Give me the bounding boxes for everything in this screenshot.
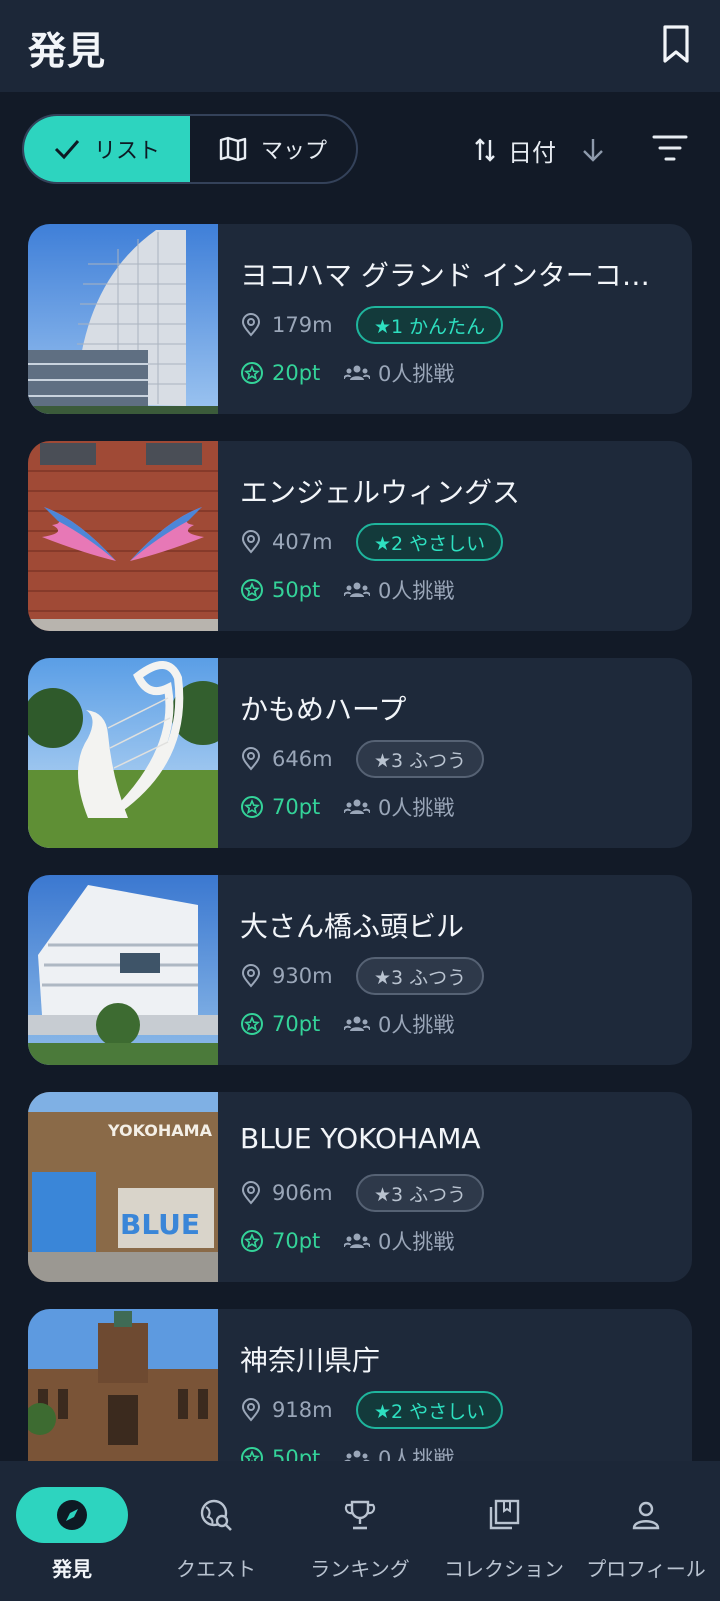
spot-photo (28, 658, 218, 848)
location-pin-icon (241, 747, 261, 771)
view-toggle: リスト マップ (22, 114, 358, 184)
list-view-button[interactable]: リスト (24, 116, 190, 182)
list-view-label: リスト (93, 139, 160, 164)
difficulty-badge: ★3 ふつう (356, 740, 485, 778)
people-icon (344, 365, 370, 380)
map-view-label: マップ (260, 139, 327, 164)
spot-distance: 930m (272, 964, 333, 988)
nav-discover[interactable]: 発見 (16, 1461, 128, 1601)
spot-points: 50pt (272, 578, 321, 602)
top-app-bar: 発見 (0, 0, 720, 92)
person-icon (632, 1501, 660, 1530)
swap-vert-icon (475, 138, 495, 162)
spot-card[interactable]: YOKOHAMA BLUE BLUE YOKOHAMA 906m ★3 ふつう … (28, 1092, 692, 1282)
spot-distance: 646m (272, 747, 333, 771)
spot-distance: 918m (272, 1398, 333, 1422)
trophy-icon (344, 1500, 376, 1530)
bookmark-icon[interactable] (660, 24, 692, 64)
spot-name: 大さん橋ふ頭ビル (240, 910, 465, 943)
map-view-button[interactable]: マップ (190, 116, 356, 182)
spot-name: エンジェルウィングス (240, 476, 521, 509)
spot-name: ヨコハマ グランド インターコンチネンタル ホテル (240, 259, 670, 292)
spot-points: 70pt (272, 1012, 321, 1036)
spot-card[interactable]: 大さん橋ふ頭ビル 930m ★3 ふつう 70pt 0人挑戦 (28, 875, 692, 1065)
spot-challengers: 0人挑戦 (378, 579, 455, 603)
location-pin-icon (241, 1181, 261, 1205)
sort-control[interactable]: 日付 (474, 128, 608, 172)
nav-discover-label: 発見 (52, 1557, 92, 1581)
people-icon (344, 1016, 370, 1031)
location-pin-icon (241, 1398, 261, 1422)
nav-discover-indicator (16, 1487, 128, 1543)
spot-challengers: 0人挑戦 (378, 796, 455, 820)
arrow-down-icon (583, 139, 603, 162)
difficulty-badge: ★2 やさしい (356, 1391, 504, 1429)
spot-card[interactable]: かもめハープ 646m ★3 ふつう 70pt 0人挑戦 (28, 658, 692, 848)
difficulty-badge: ★2 やさしい (356, 523, 504, 561)
difficulty-badge: ★3 ふつう (356, 957, 485, 995)
nav-ranking[interactable]: ランキング (296, 1461, 424, 1601)
spot-distance: 407m (272, 530, 333, 554)
spot-challengers: 0人挑戦 (378, 362, 455, 386)
spot-name: 神奈川県庁 (240, 1344, 381, 1377)
spot-photo (28, 224, 218, 414)
location-pin-icon (241, 313, 261, 337)
page-title: 発見 (28, 29, 107, 73)
star-badge-icon (241, 1013, 263, 1035)
location-pin-icon (241, 530, 261, 554)
collection-icon (489, 1499, 520, 1530)
check-icon (54, 140, 80, 160)
map-icon (219, 136, 247, 162)
spot-name: BLUE YOKOHAMA (240, 1122, 481, 1155)
people-icon (344, 582, 370, 597)
spot-challengers: 0人挑戦 (378, 1013, 455, 1037)
people-icon (344, 1233, 370, 1248)
location-pin-icon (241, 964, 261, 988)
nav-collection[interactable]: コレクション (434, 1461, 574, 1601)
difficulty-badge: ★1 かんたん (356, 306, 504, 344)
spot-card[interactable]: エンジェルウィングス 407m ★2 やさしい 50pt 0人挑戦 (28, 441, 692, 631)
spot-distance: 179m (272, 313, 333, 337)
star-badge-icon (241, 1230, 263, 1252)
sort-label: 日付 (508, 138, 556, 167)
spot-photo: YOKOHAMA BLUE (28, 1092, 218, 1282)
yokohama-wall-text: YOKOHAMA (107, 1121, 213, 1140)
blue-wall-text: BLUE (120, 1208, 200, 1241)
nav-quest[interactable]: クエスト (160, 1461, 272, 1601)
nav-quest-label: クエスト (176, 1557, 256, 1581)
star-badge-icon (241, 579, 263, 601)
spot-name: かもめハープ (240, 693, 407, 726)
compass-icon (57, 1500, 87, 1530)
difficulty-badge: ★3 ふつう (356, 1174, 485, 1212)
spot-points: 70pt (272, 1229, 321, 1253)
filter-icon[interactable] (652, 132, 688, 164)
people-icon (344, 799, 370, 814)
nav-profile[interactable]: プロフィール (576, 1461, 716, 1601)
star-badge-icon (241, 796, 263, 818)
nav-collection-label: コレクション (444, 1557, 564, 1581)
globe-search-icon (200, 1499, 232, 1531)
spot-photo (28, 875, 218, 1065)
nav-ranking-label: ランキング (310, 1557, 410, 1581)
spot-photo (28, 441, 218, 631)
nav-profile-label: プロフィール (586, 1557, 706, 1581)
spot-challengers: 0人挑戦 (378, 1230, 455, 1254)
spot-distance: 906m (272, 1181, 333, 1205)
bottom-navigation: 発見 クエスト ランキング コレクション プロフィール (0, 1461, 720, 1601)
spot-card[interactable]: ヨコハマ グランド インターコンチネンタル ホテル 179m ★1 かんたん 2… (28, 224, 692, 414)
star-badge-icon (241, 362, 263, 384)
spot-points: 70pt (272, 795, 321, 819)
spot-points: 20pt (272, 361, 321, 385)
